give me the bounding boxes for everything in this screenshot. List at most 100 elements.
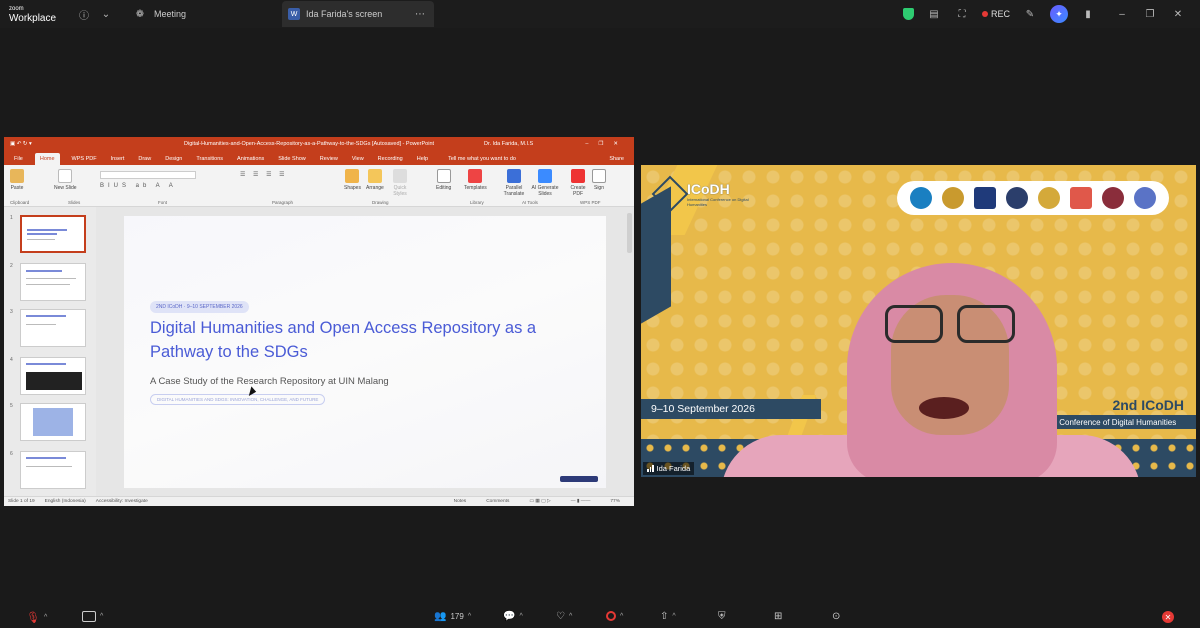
share-screen-button[interactable]: ⇧ ^ <box>660 611 676 622</box>
ai-companion-icon[interactable]: ✦ <box>1050 5 1068 23</box>
ai-generate-button[interactable]: AI Generate Slides <box>530 169 560 197</box>
create-pdf-button[interactable]: Create PDF <box>568 169 588 197</box>
share-button[interactable]: Share <box>607 153 626 165</box>
slide-thumbnail-3[interactable] <box>20 309 86 347</box>
partner-logo <box>942 187 964 209</box>
slide-thumbnail-2[interactable] <box>20 263 86 301</box>
pen-icon[interactable]: ✎ <box>1022 6 1038 22</box>
video-button[interactable]: ^ <box>82 611 103 622</box>
close-icon[interactable]: ✕ <box>1170 6 1186 22</box>
info-icon[interactable]: ⓘ <box>76 6 92 22</box>
more-options-icon[interactable]: ⋯ <box>412 6 428 22</box>
menu-transitions[interactable]: Transitions <box>194 153 225 165</box>
accessibility[interactable]: Accessibility: Investigate <box>96 499 148 504</box>
icodh-subtitle: International Conference on Digital Huma… <box>687 197 749 207</box>
slide-thumbnail-5[interactable] <box>20 403 86 441</box>
menu-help[interactable]: Help <box>415 153 430 165</box>
language[interactable]: English (Indonesia) <box>45 499 86 504</box>
mute-button[interactable]: 🎙 ^ <box>26 611 47 624</box>
restore-icon[interactable]: ❐ <box>1142 6 1158 22</box>
slide-thumbnail-4[interactable] <box>20 357 86 395</box>
templates-label: Templates <box>464 185 487 191</box>
editing-button[interactable]: Editing <box>436 169 451 191</box>
participant-video[interactable]: ICoDH International Conference on Digita… <box>641 165 1196 477</box>
partner-logo <box>1006 187 1028 209</box>
menu-slide-show[interactable]: Slide Show <box>276 153 308 165</box>
chevron-up-icon[interactable]: ^ <box>672 613 675 620</box>
thumb-table <box>33 408 73 436</box>
chat-button[interactable]: 💬 ^ <box>503 611 523 622</box>
apps-button[interactable]: ⊞ <box>774 611 782 622</box>
quick-access-icons[interactable]: ▣ ↶ ↻ ▾ <box>10 141 32 147</box>
minimize-icon[interactable]: – <box>1114 6 1130 22</box>
paste-button[interactable]: Paste <box>10 169 24 191</box>
window-controls[interactable]: –❐✕ <box>585 141 628 147</box>
thumb-line <box>26 270 62 272</box>
sign-label: Sign <box>593 185 604 191</box>
view-buttons[interactable]: ▭ ▦ ▢ ▷ <box>529 499 550 504</box>
tab-shared-screen[interactable]: W Ida Farida's screen ⋯ <box>282 1 434 27</box>
ppt-status-bar: Slide 1 of 19 English (Indonesia) Access… <box>4 496 634 506</box>
partner-logos <box>897 181 1169 215</box>
tab-meeting[interactable]: ❁ Meeting <box>132 6 292 22</box>
side-panel-icon[interactable]: ▮ <box>1080 6 1096 22</box>
new-slide-button[interactable]: New Slide <box>54 169 77 191</box>
shield-icon: ⛨ <box>718 611 726 622</box>
shapes-button[interactable]: Shapes <box>344 169 361 191</box>
paragraph-buttons[interactable]: ☰ ☰ ☰ ☰ <box>240 171 288 178</box>
menu-insert[interactable]: Insert <box>109 153 127 165</box>
record-button[interactable]: ^ <box>606 611 623 621</box>
chevron-up-icon[interactable]: ^ <box>519 613 522 620</box>
menu-wps-pdf[interactable]: WPS PDF <box>70 153 99 165</box>
menu-home[interactable]: Home <box>34 153 60 165</box>
slide-count: Slide 1 of 19 <box>8 499 35 504</box>
menu-file[interactable]: File <box>12 153 25 165</box>
chevron-up-icon[interactable]: ^ <box>620 613 623 620</box>
sign-button[interactable]: Sign <box>592 169 606 191</box>
sign-icon <box>592 169 606 183</box>
notes-button[interactable]: Notes <box>454 499 467 504</box>
menu-view[interactable]: View <box>350 153 366 165</box>
security-shield-icon[interactable] <box>902 8 914 20</box>
slide-title: Digital Humanities and Open Access Repos… <box>150 319 537 361</box>
menu-animations[interactable]: Animations <box>235 153 266 165</box>
thumb-line <box>27 233 57 235</box>
templates-button[interactable]: Templates <box>464 169 487 191</box>
zoom-slider[interactable]: — ▮ —— <box>571 499 591 504</box>
slide-editor[interactable]: 2ND ICoDH · 9–10 SEPTEMBER 2026 Digital … <box>96 207 634 496</box>
participants-button[interactable]: 👥 179 ^ <box>434 611 471 622</box>
current-slide[interactable]: 2ND ICoDH · 9–10 SEPTEMBER 2026 Digital … <box>124 216 606 488</box>
chevron-down-icon[interactable]: ⌄ <box>98 6 114 22</box>
chevron-up-icon[interactable]: ^ <box>468 613 471 620</box>
mic-muted-icon: 🎙 <box>26 612 40 624</box>
screen-capture-icon[interactable]: ⛶ <box>954 6 970 22</box>
menu-design[interactable]: Design <box>163 153 184 165</box>
menu-recording[interactable]: Recording <box>376 153 405 165</box>
menu-review[interactable]: Review <box>318 153 340 165</box>
chevron-up-icon[interactable]: ^ <box>569 613 572 620</box>
leave-button[interactable]: ✕ <box>1162 611 1174 623</box>
notes-icon[interactable]: ▤ <box>926 6 942 22</box>
slide-thumbnail-6[interactable] <box>20 451 86 489</box>
font-name-field[interactable] <box>100 171 196 179</box>
arrange-button[interactable]: Arrange <box>366 169 384 191</box>
vertical-scrollbar[interactable] <box>627 213 632 253</box>
comments-button[interactable]: Comments <box>486 499 509 504</box>
heart-icon: ♡ <box>556 611 565 622</box>
group-library: Library <box>470 200 484 205</box>
quick-styles-button[interactable]: Quick Styles <box>390 169 410 197</box>
zoom-level[interactable]: 77% <box>610 499 620 504</box>
tell-me-search[interactable]: Tell me what you want to do <box>446 153 518 165</box>
host-tools-button[interactable]: ⛨ <box>718 611 726 622</box>
chevron-up-icon[interactable]: ^ <box>44 614 47 621</box>
apps-grid-icon: ⊞ <box>774 611 783 622</box>
menu-draw[interactable]: Draw <box>136 153 153 165</box>
thumb-line <box>26 363 66 365</box>
reactions-button[interactable]: ♡ ^ <box>556 611 572 622</box>
slide-thumbnail-1[interactable] <box>20 215 86 253</box>
parallel-translate-button[interactable]: Parallel Translate <box>500 169 528 197</box>
font-format-buttons[interactable]: BIUS ab A A <box>100 183 177 189</box>
more-button[interactable]: ⊙ <box>832 611 840 622</box>
chevron-up-icon[interactable]: ^ <box>100 613 103 620</box>
recording-indicator[interactable]: REC <box>981 9 1010 19</box>
